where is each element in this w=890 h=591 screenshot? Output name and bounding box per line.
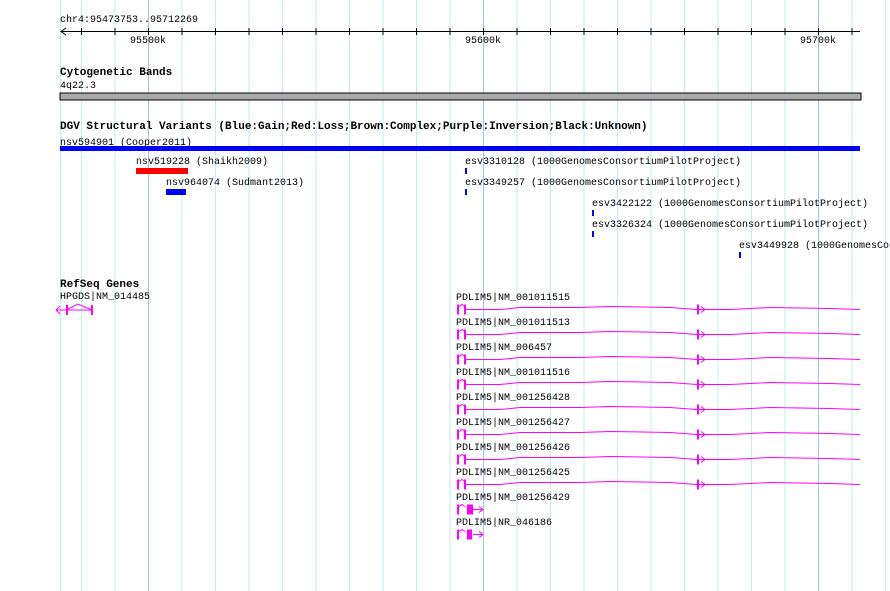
exon [467, 529, 472, 540]
dgv-feature-label[interactable]: nsv519228 (Shaikh2009) [136, 157, 268, 168]
dgv-feature-label[interactable]: esv3422122 (1000GenomesConsortiumPilotPr… [592, 199, 868, 210]
exon [464, 479, 466, 490]
gene-strand-arrow-icon [473, 506, 484, 513]
exon [697, 379, 699, 390]
dgv-feature-bar[interactable] [465, 189, 467, 195]
exon [66, 305, 68, 315]
dgv-feature-bar[interactable] [592, 210, 594, 216]
refseq-track-title[interactable]: RefSeq Genes [60, 280, 139, 291]
exon [464, 379, 466, 390]
dgv-feature-bar[interactable] [136, 168, 188, 174]
dgv-feature-label[interactable]: esv3449928 (1000GenomesConsortiumPilotPr… [739, 241, 890, 252]
cytoband-bar[interactable] [59, 92, 862, 101]
exon [464, 429, 466, 440]
gene-intron [466, 455, 698, 460]
gene-intron [466, 330, 698, 335]
gene-strand-arrow-icon [699, 406, 861, 413]
gene-intron [466, 355, 698, 360]
gene-strand-arrow-icon [699, 456, 861, 463]
gene-label[interactable]: PDLIM5|NM_001256428 [456, 393, 570, 404]
gene-label[interactable]: PDLIM5|NM_001256425 [456, 468, 570, 479]
exon [464, 404, 466, 415]
gene-intron [466, 305, 698, 310]
gene-strand-arrow-icon [699, 381, 861, 388]
exon [457, 429, 459, 440]
gene-label[interactable]: PDLIM5|NR_046186 [456, 518, 552, 529]
gene-intron [466, 405, 698, 410]
dgv-feature-bar[interactable] [739, 252, 741, 258]
exon [457, 454, 459, 465]
gene-label[interactable]: PDLIM5|NM_001011513 [456, 318, 570, 329]
gene-strand-arrow-icon [699, 431, 861, 438]
gene-strand-arrow-icon [473, 531, 484, 538]
exon [697, 479, 699, 490]
dgv-feature-label[interactable]: nsv594901 (Cooper2011) [60, 138, 192, 149]
tick-label: 95700k [800, 36, 837, 47]
exon [457, 379, 459, 390]
gene-label[interactable]: PDLIM5|NM_001256427 [456, 418, 570, 429]
exon [467, 504, 473, 515]
gene-label[interactable]: PDLIM5|NM_001256426 [456, 443, 570, 454]
gene-label[interactable]: PDLIM5|NM_001011516 [456, 368, 570, 379]
gene-intron [458, 528, 466, 532]
gene-strand-arrow-icon [699, 481, 861, 488]
exon [697, 429, 699, 440]
cytoband-label: 4q22.3 [60, 81, 97, 92]
gene-intron [65, 303, 93, 311]
dgv-feature-label[interactable]: esv3310128 (1000GenomesConsortiumPilotPr… [465, 157, 741, 168]
dgv-feature-bar[interactable] [166, 189, 186, 195]
exon [464, 354, 466, 365]
cytoband-track-title[interactable]: Cytogenetic Bands [60, 68, 172, 79]
exon [697, 404, 699, 415]
gene-label[interactable]: PDLIM5|NM_006457 [456, 343, 552, 354]
tick-label: 95600k [465, 36, 502, 47]
genome-browser-panel: chr4:95473753..95712269 95500k 95600k 95… [0, 0, 890, 591]
dgv-feature-bar[interactable] [592, 231, 594, 237]
gene-label[interactable]: PDLIM5|NM_001011515 [456, 293, 570, 304]
exon [697, 304, 699, 315]
gene-strand-arrow-icon [699, 356, 861, 363]
gene-intron [466, 480, 698, 485]
exon [457, 479, 459, 490]
tick-label: 95500k [130, 36, 167, 47]
dgv-feature-label[interactable]: esv3326324 (1000GenomesConsortiumPilotPr… [592, 220, 868, 231]
dgv-feature-bar[interactable] [465, 168, 467, 174]
exon [697, 354, 699, 365]
gene-label[interactable]: HPGDS|NM_014485 [60, 292, 150, 303]
exon [697, 329, 699, 340]
exon [464, 329, 466, 340]
exon [91, 305, 93, 315]
exon [457, 404, 459, 415]
exon [457, 529, 459, 540]
dgv-feature-label[interactable]: esv3349257 (1000GenomesConsortiumPilotPr… [465, 178, 741, 189]
exon [464, 304, 466, 315]
gene-strand-arrow-icon [699, 331, 861, 338]
exon [464, 454, 466, 465]
exon [457, 329, 459, 340]
region-label: chr4:95473753..95712269 [60, 15, 199, 26]
dgv-feature-label[interactable]: nsv964074 (Sudmant2013) [166, 178, 304, 189]
exon [457, 304, 459, 315]
exon [457, 354, 459, 365]
dgv-track-title[interactable]: DGV Structural Variants (Blue:Gain;Red:L… [60, 122, 648, 133]
gene-intron [466, 430, 698, 435]
gene-intron [466, 380, 698, 385]
exon [697, 454, 699, 465]
exon [457, 504, 459, 515]
gene-label[interactable]: PDLIM5|NM_001256429 [456, 493, 570, 504]
gene-strand-arrow-icon [699, 306, 861, 313]
gene-intron [458, 503, 466, 507]
